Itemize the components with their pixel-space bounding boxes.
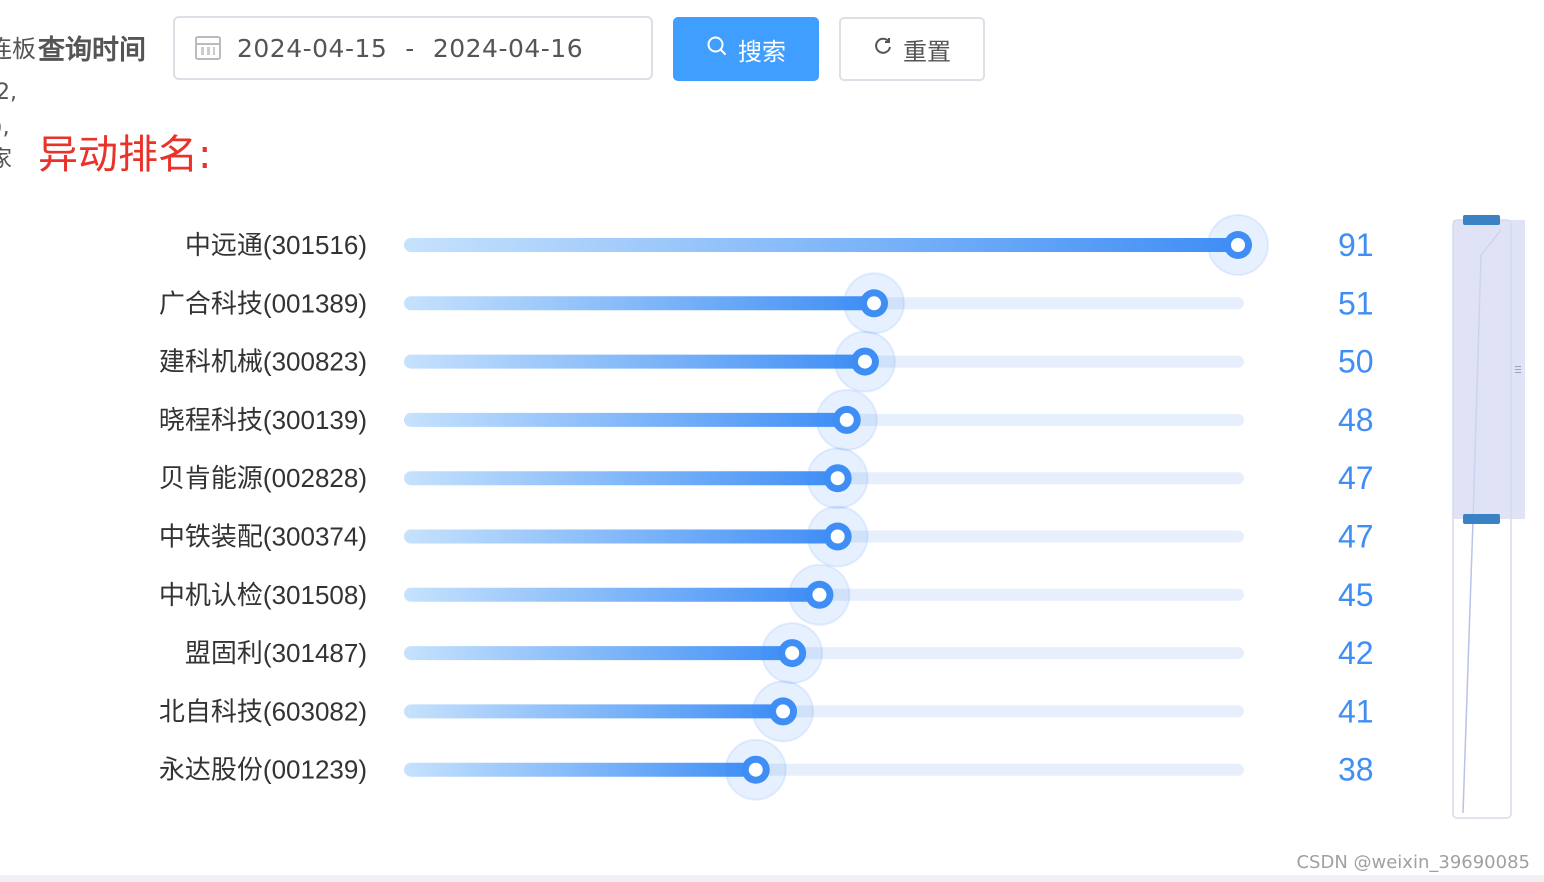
value-label: 41 — [1338, 693, 1374, 729]
bar-end-dot-core — [867, 296, 882, 311]
category-label: 广合科技(001389) — [159, 288, 367, 318]
refresh-icon — [873, 36, 893, 62]
bar — [404, 587, 820, 602]
bar-end-dot-core — [812, 587, 827, 602]
clipped-left-text: 连板 2, ), 家 — [0, 30, 40, 180]
left-fragment: 连板 — [0, 35, 36, 63]
value-label: 45 — [1338, 577, 1374, 613]
calendar-icon — [195, 36, 221, 60]
value-label: 51 — [1338, 285, 1374, 321]
category-label: 中远通(301516) — [185, 230, 367, 260]
category-label: 永达股份(001239) — [159, 755, 367, 785]
datazoom-slider[interactable] — [1452, 215, 1525, 819]
category-label: 中机认检(301508) — [159, 580, 367, 610]
zoom-selection — [1453, 220, 1525, 519]
bar — [404, 646, 793, 661]
bar — [404, 704, 784, 719]
value-label: 91 — [1338, 227, 1374, 263]
bar — [404, 296, 875, 311]
zoom-handle-top — [1463, 215, 1500, 225]
left-fragment: ), — [0, 115, 10, 140]
zoom-handle-bottom — [1463, 514, 1500, 524]
search-icon — [706, 35, 728, 63]
bar-end-dot-core — [830, 529, 845, 544]
bar-end-dot-core — [785, 646, 800, 661]
bar-end-dot-core — [830, 471, 845, 486]
bar — [404, 412, 847, 427]
left-fragment: 2, — [0, 80, 17, 105]
category-label: 北自科技(603082) — [159, 696, 367, 726]
bar-end-dot-core — [748, 762, 763, 777]
category-label: 盟固利(301487) — [185, 638, 367, 668]
ranking-title: 异动排名: — [38, 132, 212, 178]
end-date[interactable]: 2024-04-16 — [433, 34, 583, 63]
bar — [404, 238, 1238, 252]
value-label: 42 — [1338, 635, 1374, 671]
left-fragment: 家 — [0, 147, 13, 172]
value-label: 47 — [1338, 519, 1374, 555]
value-label: 38 — [1338, 752, 1374, 788]
category-label: 建科机械(300823) — [159, 347, 367, 377]
bar-end-dot-core — [857, 354, 872, 369]
bar-end-dot-core — [839, 412, 854, 427]
category-label: 中铁装配(300374) — [159, 522, 367, 552]
ranking-bar-chart: 中远通(301516) 91 广合科技(001389) 51 建科机械(300823) 5… — [159, 214, 1525, 819]
watermark: CSDN @weixin_39690085 — [1296, 852, 1530, 873]
bar — [404, 762, 756, 777]
bar-end-dot-core — [776, 704, 791, 719]
bar — [404, 471, 838, 486]
bottom-scrollbar — [0, 875, 1544, 882]
date-separator: - — [405, 33, 415, 63]
reset-button-label: 重置 — [903, 37, 951, 66]
reset-button[interactable]: 重置 — [839, 17, 985, 81]
category-label: 晓程科技(300139) — [159, 405, 367, 435]
search-button[interactable]: 搜索 — [673, 17, 819, 81]
value-label: 50 — [1338, 344, 1374, 380]
category-label: 贝肯能源(002828) — [159, 463, 367, 493]
search-button-label: 搜索 — [738, 37, 786, 66]
bar-end-dot-core — [1231, 238, 1245, 252]
bar — [404, 354, 865, 369]
value-label: 47 — [1338, 460, 1374, 496]
bar — [404, 529, 838, 544]
value-label: 48 — [1338, 402, 1374, 438]
query-time-label: 查询时间 — [38, 35, 146, 66]
start-date[interactable]: 2024-04-15 — [237, 34, 387, 63]
date-range-picker[interactable]: 2024-04-15 - 2024-04-16 — [173, 16, 653, 80]
